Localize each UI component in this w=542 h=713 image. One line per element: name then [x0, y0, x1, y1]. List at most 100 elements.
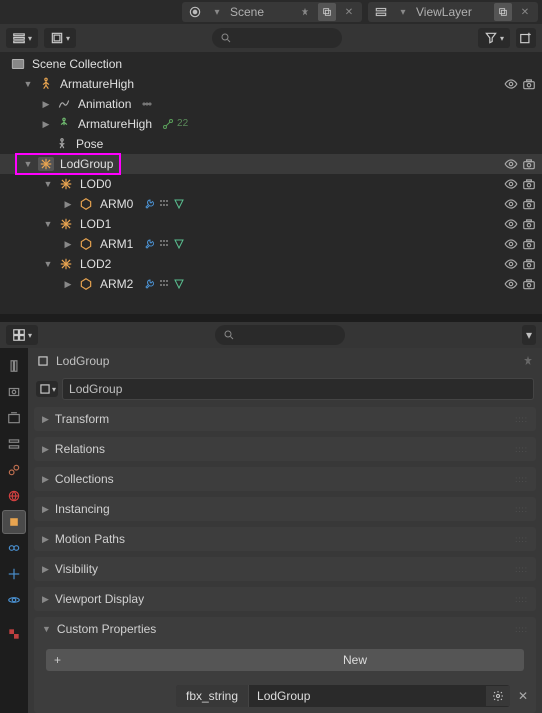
editor-type-button[interactable]: ▾ [6, 28, 38, 48]
visibility-icon[interactable] [504, 237, 518, 251]
tree-row[interactable]: Pose [0, 134, 542, 154]
close-icon[interactable]: ✕ [340, 3, 358, 21]
render-icon[interactable] [522, 157, 536, 171]
visibility-icon[interactable] [504, 277, 518, 291]
outliner-search[interactable] [212, 28, 342, 48]
properties-search[interactable] [215, 325, 345, 345]
new-collection-button[interactable] [516, 28, 536, 48]
tree-row[interactable]: ▶ ARM2 [0, 274, 542, 294]
drag-icon[interactable]: :::: [515, 535, 528, 544]
material-icon [173, 278, 185, 290]
collapse-arrow[interactable]: ▶ [62, 199, 74, 210]
visibility-icon[interactable] [504, 77, 518, 91]
tree-row[interactable]: ▶ ARM0 [0, 194, 542, 214]
chevron-right-icon: ▶ [42, 474, 49, 485]
custom-property-field[interactable]: fbx_string LodGroup [176, 685, 510, 707]
tab-scene[interactable] [2, 458, 26, 482]
collapse-arrow[interactable]: ▼ [22, 159, 34, 169]
search-input[interactable] [239, 328, 337, 342]
visibility-icon[interactable] [504, 217, 518, 231]
tree-row[interactable]: ▼ LOD2 [0, 254, 542, 274]
tree-label: ARM0 [98, 197, 133, 211]
chevron-down-icon[interactable]: ▾ [208, 3, 226, 21]
panel-header[interactable]: ▶Visibility:::: [34, 557, 536, 581]
visibility-icon[interactable] [504, 177, 518, 191]
tab-object[interactable] [2, 510, 26, 534]
tab-physics[interactable] [2, 588, 26, 612]
drag-icon[interactable]: :::: [515, 565, 528, 574]
armature-icon [38, 77, 54, 91]
close-icon[interactable]: ✕ [516, 3, 534, 21]
collapse-arrow[interactable]: ▶ [40, 99, 52, 110]
render-icon[interactable] [522, 237, 536, 251]
panel-header[interactable]: ▶Relations:::: [34, 437, 536, 461]
tree-row[interactable]: ▼ LOD1 [0, 214, 542, 234]
scene-name[interactable]: Scene [230, 5, 292, 19]
drag-icon[interactable]: :::: [515, 475, 528, 484]
render-icon[interactable] [522, 257, 536, 271]
render-icon[interactable] [522, 277, 536, 291]
collapse-arrow[interactable]: ▶ [40, 119, 52, 130]
tab-output[interactable] [2, 406, 26, 430]
render-icon[interactable] [522, 177, 536, 191]
panel-header[interactable]: ▶Transform:::: [34, 407, 536, 431]
collapse-arrow[interactable]: ▼ [42, 259, 54, 269]
viewlayer-name[interactable]: ViewLayer [416, 5, 490, 19]
search-input[interactable] [236, 31, 334, 45]
tab-data[interactable] [2, 562, 26, 586]
drag-icon[interactable]: :::: [515, 625, 528, 634]
collection-row[interactable]: Scene Collection [0, 54, 542, 74]
panel-title: Custom Properties [57, 622, 509, 636]
drag-icon[interactable]: :::: [515, 595, 528, 604]
scene-selector[interactable]: ▾ Scene ✕ [182, 2, 362, 22]
tab-constraints[interactable] [2, 536, 26, 560]
editor-type-button[interactable]: ▾ [6, 325, 38, 345]
render-icon[interactable] [522, 197, 536, 211]
gear-icon[interactable] [486, 686, 510, 706]
object-name-input[interactable] [62, 378, 534, 400]
visibility-icon[interactable] [504, 197, 518, 211]
collapse-arrow[interactable]: ▶ [62, 239, 74, 250]
visibility-icon[interactable] [504, 257, 518, 271]
chevron-down-icon[interactable]: ▾ [394, 3, 412, 21]
panel-header[interactable]: ▶Viewport Display:::: [34, 587, 536, 611]
tree-row[interactable]: ▶ Animation [0, 94, 542, 114]
render-icon[interactable] [522, 217, 536, 231]
collapse-arrow[interactable]: ▶ [62, 279, 74, 290]
drag-icon[interactable]: :::: [515, 505, 528, 514]
render-icon[interactable] [522, 77, 536, 91]
collapse-arrow[interactable]: ▼ [22, 79, 34, 89]
drag-icon[interactable]: :::: [515, 415, 528, 424]
tree-row[interactable]: ▼ LOD0 [0, 174, 542, 194]
options-button[interactable]: ▾ [522, 325, 536, 345]
tab-texture[interactable] [2, 622, 26, 646]
panel-header[interactable]: ▶Motion Paths:::: [34, 527, 536, 551]
datablock-dropdown[interactable]: ▾ [36, 381, 58, 397]
tab-tool[interactable] [2, 354, 26, 378]
pin-icon[interactable] [296, 3, 314, 21]
collapse-arrow[interactable]: ▼ [42, 219, 54, 229]
remove-property-button[interactable]: ✕ [516, 689, 530, 703]
tab-viewlayer[interactable] [2, 432, 26, 456]
tree-row[interactable]: ▶ ARM1 [0, 234, 542, 254]
tree-row[interactable]: ▼ ArmatureHigh [0, 74, 542, 94]
new-property-button[interactable]: + New [46, 649, 524, 671]
tree-row[interactable]: ▶ ArmatureHigh 22 [0, 114, 542, 134]
panel-header[interactable]: ▶Instancing:::: [34, 497, 536, 521]
collapse-arrow[interactable]: ▼ [42, 179, 54, 189]
tree-row-lodgroup[interactable]: ▼ LodGroup [0, 154, 542, 174]
copy-icon[interactable] [494, 3, 512, 21]
viewlayer-selector[interactable]: ▾ ViewLayer ✕ [368, 2, 538, 22]
visibility-icon[interactable] [504, 157, 518, 171]
filter-button[interactable]: ▾ [478, 28, 510, 48]
drag-icon[interactable]: :::: [515, 445, 528, 454]
panel-header[interactable]: ▼Custom Properties:::: [34, 617, 536, 641]
panel-header[interactable]: ▶Collections:::: [34, 467, 536, 491]
tab-world[interactable] [2, 484, 26, 508]
action-icon [141, 98, 153, 110]
copy-icon[interactable] [318, 3, 336, 21]
pin-icon[interactable] [522, 355, 534, 367]
property-value[interactable]: LodGroup [249, 685, 486, 707]
tab-render[interactable] [2, 380, 26, 404]
display-mode-button[interactable]: ▾ [44, 28, 76, 48]
